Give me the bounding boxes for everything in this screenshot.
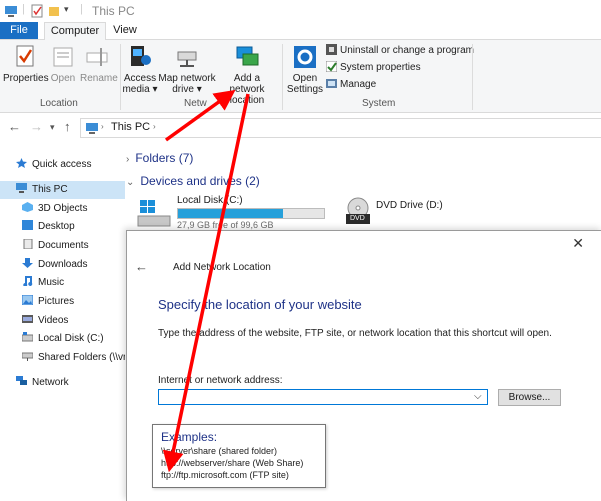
network-drive-icon xyxy=(177,51,197,67)
properties-icon xyxy=(16,45,34,67)
videos-icon xyxy=(22,315,33,323)
this-pc-icon xyxy=(16,183,27,193)
nav-shared-folders[interactable]: Shared Folders (\\vr xyxy=(22,349,125,367)
example-web-share: http://webserver/share (Web Share) xyxy=(161,458,304,468)
ribbon-tabs: File Computer View xyxy=(0,22,601,40)
title-separator: | xyxy=(22,3,25,15)
system-properties-button[interactable]: System properties xyxy=(326,61,421,75)
example-shared-folder: \\server\share (shared folder) xyxy=(161,446,278,456)
chevron-down-icon: ⌄ xyxy=(126,177,135,188)
title-bar: | ▾ | This PC xyxy=(0,0,601,22)
local-disk-c-free-space: 27,9 GB free of 99,6 GB xyxy=(177,220,274,230)
window-title: This PC xyxy=(92,4,135,18)
ribbon: Properties Open Rename Location Access m… xyxy=(0,40,601,113)
manage-button[interactable]: Manage xyxy=(326,78,376,92)
gear-icon xyxy=(294,46,316,68)
dialog-heading: Specify the location of your website xyxy=(158,297,362,312)
documents-icon xyxy=(23,239,33,249)
title-separator: | xyxy=(80,3,83,15)
desktop-icon xyxy=(22,220,33,230)
up-arrow-icon[interactable]: ↑ xyxy=(64,119,71,134)
nav-network[interactable]: Network xyxy=(16,374,141,392)
group-separator xyxy=(472,44,473,110)
chevron-down-icon[interactable]: ▾ xyxy=(64,4,69,15)
chevron-down-icon[interactable]: ⌵ xyxy=(474,391,482,402)
this-pc-icon xyxy=(86,123,98,134)
nav-quick-access[interactable]: Quick access xyxy=(16,156,141,174)
add-network-location-button[interactable]: Add a network location xyxy=(216,44,278,106)
cube-icon xyxy=(22,202,33,212)
address-label: Internet or network address: xyxy=(158,375,283,386)
forward-arrow-icon[interactable]: → xyxy=(30,119,43,134)
this-pc-icon xyxy=(5,6,17,17)
network-drive-icon xyxy=(22,352,33,361)
browse-button[interactable]: Browse... xyxy=(498,389,561,406)
dialog-description: Type the address of the website, FTP sit… xyxy=(158,328,552,339)
local-disk-c-usage-fill xyxy=(178,209,284,218)
address-bar: ← → ▾ ↑ › This PC › xyxy=(0,113,601,141)
breadcrumb-chevron-icon[interactable]: › xyxy=(101,122,104,131)
dialog-title: Add Network Location xyxy=(173,262,271,273)
properties-button[interactable]: Properties xyxy=(3,44,49,84)
group-label-network: Netw xyxy=(184,98,207,109)
group-separator xyxy=(120,44,121,110)
rename-button[interactable]: Rename xyxy=(80,44,118,84)
open-settings-button[interactable]: Open Settings xyxy=(285,44,325,95)
nav-this-pc[interactable]: This PC xyxy=(0,181,125,199)
local-disk-c-name: Local Disk (C:) xyxy=(177,195,243,206)
uninstall-icon xyxy=(326,44,337,55)
download-arrow-icon xyxy=(22,258,33,268)
group-label-system: System xyxy=(362,98,396,109)
local-disk-c-usage-bar xyxy=(177,208,325,219)
group-label-location: Location xyxy=(40,98,78,109)
map-network-drive-button[interactable]: Map network drive ▾ xyxy=(158,44,216,95)
local-disk-icon xyxy=(22,332,33,342)
back-arrow-icon[interactable]: ← xyxy=(8,119,21,134)
star-icon xyxy=(16,158,27,168)
recent-chevron-icon[interactable]: ▾ xyxy=(50,122,55,133)
nav-3d-objects[interactable]: 3D Objects xyxy=(22,200,147,218)
properties-quick-icon[interactable] xyxy=(30,4,44,18)
network-address-input[interactable] xyxy=(158,389,488,405)
checkmark-icon xyxy=(326,61,337,72)
back-arrow-icon[interactable]: ← xyxy=(135,259,148,274)
windows-drive-icon xyxy=(137,200,171,227)
manage-icon xyxy=(326,79,337,88)
uninstall-program-button[interactable]: Uninstall or change a program xyxy=(326,44,474,58)
open-icon xyxy=(53,47,73,67)
network-icon xyxy=(16,376,27,385)
access-media-icon xyxy=(131,46,151,66)
examples-tooltip: Examples: \\server\share (shared folder)… xyxy=(152,424,326,488)
close-icon[interactable]: ✕ xyxy=(572,235,584,252)
example-ftp-site: ftp://ftp.microsoft.com (FTP site) xyxy=(161,470,289,480)
address-path[interactable]: This PC xyxy=(111,121,150,133)
tab-view[interactable]: View xyxy=(108,22,142,39)
tab-file[interactable]: File xyxy=(0,22,38,39)
devices-section-header[interactable]: ⌄ Devices and drives (2) xyxy=(126,174,260,188)
tab-computer[interactable]: Computer xyxy=(44,22,106,40)
dvd-badge: DVD xyxy=(350,215,365,222)
breadcrumb-chevron-icon[interactable]: › xyxy=(153,122,156,131)
music-note-icon xyxy=(23,276,33,286)
open-button[interactable]: Open xyxy=(48,44,78,84)
add-network-location-icon xyxy=(236,46,259,66)
pictures-icon xyxy=(22,295,33,305)
address-path-box[interactable]: › This PC › xyxy=(80,118,601,138)
new-folder-quick-icon[interactable] xyxy=(48,4,60,18)
chevron-right-icon: › xyxy=(126,154,130,165)
group-separator xyxy=(282,44,283,110)
rename-icon xyxy=(86,48,108,66)
folders-section-header[interactable]: › Folders (7) xyxy=(126,151,193,165)
access-media-button[interactable]: Access media ▾ xyxy=(122,44,158,95)
dvd-drive-name: DVD Drive (D:) xyxy=(376,200,443,211)
examples-heading: Examples: xyxy=(161,430,218,444)
